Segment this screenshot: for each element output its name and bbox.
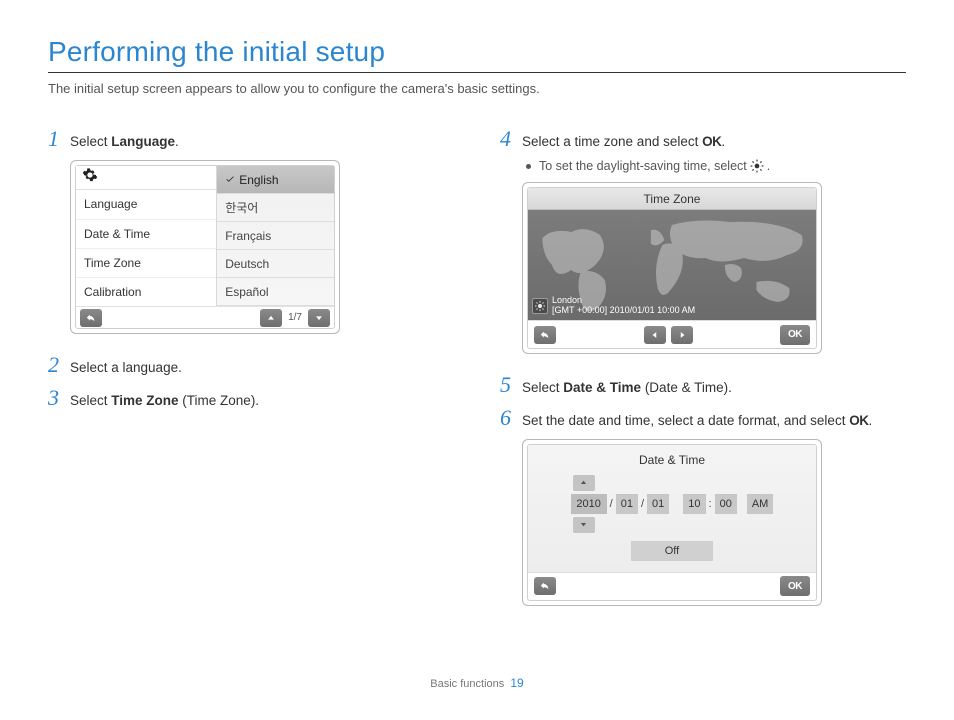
step-5-text: Select Date & Time (Date & Time).: [522, 378, 732, 398]
language-menu-frame: Language Date & Time Time Zone Calibrati…: [70, 160, 340, 334]
bullet-dot: [526, 164, 531, 169]
ok-label: OK: [849, 413, 868, 428]
prev-zone-button[interactable]: [644, 326, 666, 344]
check-icon: [225, 173, 235, 187]
step-3-number: 3: [48, 385, 70, 411]
step-4: 4 Select a time zone and select OK.: [500, 126, 906, 152]
value-up-button[interactable]: [573, 475, 595, 491]
day-field[interactable]: 01: [647, 494, 669, 514]
step-2-number: 2: [48, 352, 70, 378]
gear-icon: [82, 167, 98, 188]
step-6-pre: Set the date and time, select a date for…: [522, 413, 849, 428]
value-down-button[interactable]: [573, 517, 595, 533]
language-option-francais[interactable]: Français: [217, 222, 334, 250]
step-1: 1 Select Language.: [48, 126, 454, 152]
timezone-info: London [GMT +00:00] 2010/01/01 10:00 AM: [532, 296, 695, 316]
sun-icon: [749, 158, 765, 174]
step-1-number: 1: [48, 126, 70, 152]
footer-section: Basic functions: [430, 678, 504, 690]
step-3: 3 Select Time Zone (Time Zone).: [48, 385, 454, 411]
language-option-korean[interactable]: 한국어: [217, 194, 334, 222]
right-column: 4 Select a time zone and select OK. To s…: [500, 126, 906, 624]
step-1-post: .: [175, 134, 179, 149]
step-3-text: Select Time Zone (Time Zone).: [70, 391, 259, 411]
ampm-field[interactable]: AM: [747, 494, 774, 514]
step-4-bullet: To set the daylight-saving time, select …: [526, 158, 906, 174]
language-option-label: English: [239, 173, 278, 187]
step-2: 2 Select a language.: [48, 352, 454, 378]
step-3-post: (Time Zone).: [179, 393, 260, 408]
datetime-frame: Date & Time 2010 / 01 /: [522, 439, 822, 606]
page-down-button[interactable]: [308, 309, 330, 327]
dst-toggle[interactable]: [532, 298, 548, 314]
step-5-pre: Select: [522, 380, 563, 395]
hour-field[interactable]: 10: [683, 494, 705, 514]
timezone-title: Time Zone: [528, 188, 816, 210]
settings-item-language[interactable]: Language: [76, 190, 216, 219]
ok-button[interactable]: OK: [780, 576, 810, 596]
language-option-espanol[interactable]: Español: [217, 278, 334, 306]
step-5-bold: Date & Time: [563, 380, 641, 395]
step-4-bullet-post: .: [767, 159, 770, 173]
page-title: Performing the initial setup: [48, 36, 906, 73]
step-4-bullet-pre: To set the daylight-saving time, select: [539, 159, 747, 173]
dst-off-button[interactable]: Off: [631, 541, 713, 561]
step-6-text: Set the date and time, select a date for…: [522, 411, 872, 431]
step-1-bold: Language: [111, 134, 175, 149]
settings-item-timezone[interactable]: Time Zone: [76, 249, 216, 278]
minute-field[interactable]: 00: [715, 494, 737, 514]
ok-label: OK: [702, 134, 721, 149]
step-4-post: .: [721, 134, 725, 149]
language-option-deutsch[interactable]: Deutsch: [217, 250, 334, 278]
step-1-pre: Select: [70, 134, 111, 149]
timezone-map[interactable]: London [GMT +00:00] 2010/01/01 10:00 AM: [528, 210, 816, 320]
step-6-post: .: [868, 413, 872, 428]
step-5: 5 Select Date & Time (Date & Time).: [500, 372, 906, 398]
step-4-text: Select a time zone and select OK.: [522, 132, 725, 152]
timezone-detail: [GMT +00:00] 2010/01/01 10:00 AM: [552, 306, 695, 316]
step-6-number: 6: [500, 405, 522, 431]
step-5-number: 5: [500, 372, 522, 398]
language-option-english[interactable]: English: [217, 166, 334, 194]
settings-list: Language Date & Time Time Zone Calibrati…: [76, 166, 217, 306]
datetime-title: Date & Time: [542, 453, 802, 467]
step-3-bold: Time Zone: [111, 393, 178, 408]
page-indicator: 1/7: [286, 312, 304, 323]
back-button[interactable]: [80, 309, 102, 327]
step-4-number: 4: [500, 126, 522, 152]
settings-item-calibration[interactable]: Calibration: [76, 278, 216, 306]
page-footer: Basic functions 19: [0, 676, 954, 690]
year-field[interactable]: 2010: [571, 494, 607, 514]
step-3-pre: Select: [70, 393, 111, 408]
language-options: English 한국어 Français Deutsch Español: [217, 166, 334, 306]
step-1-text: Select Language.: [70, 132, 179, 152]
left-column: 1 Select Language. Language Date & Tim: [48, 126, 454, 624]
page-up-button[interactable]: [260, 309, 282, 327]
timezone-frame: Time Zone: [522, 182, 822, 354]
settings-item-datetime[interactable]: Date & Time: [76, 220, 216, 249]
back-button[interactable]: [534, 326, 556, 344]
separator: /: [641, 498, 644, 510]
next-zone-button[interactable]: [671, 326, 693, 344]
settings-header: [76, 166, 216, 190]
footer-page-number: 19: [510, 676, 523, 690]
ok-button[interactable]: OK: [780, 325, 810, 345]
separator: :: [709, 498, 712, 510]
step-4-pre: Select a time zone and select: [522, 134, 702, 149]
month-field[interactable]: 01: [616, 494, 638, 514]
step-6: 6 Set the date and time, select a date f…: [500, 405, 906, 431]
step-5-post: (Date & Time).: [641, 380, 732, 395]
datetime-fields: 2010 / 01 / 01 10 : 00: [571, 494, 774, 514]
intro-text: The initial setup screen appears to allo…: [48, 81, 906, 96]
separator: /: [610, 498, 613, 510]
back-button[interactable]: [534, 577, 556, 595]
step-2-text: Select a language.: [70, 358, 182, 378]
